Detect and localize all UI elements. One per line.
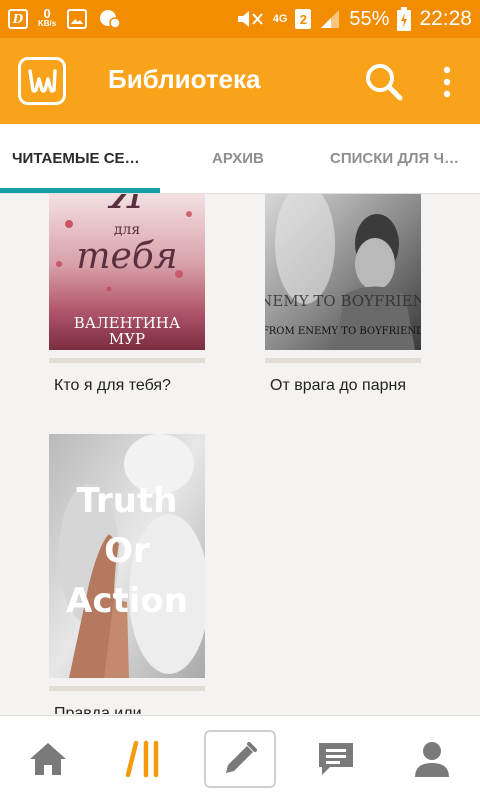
- gallery-notification-icon: [67, 9, 88, 29]
- nav-home-button[interactable]: [12, 730, 84, 788]
- network-speed-value: 0: [43, 6, 51, 21]
- mute-icon: [237, 11, 263, 27]
- reading-progress-bar: [49, 358, 205, 363]
- book-title[interactable]: Кто я для тебя?: [54, 377, 207, 395]
- nav-profile-button[interactable]: [396, 730, 468, 788]
- home-icon: [30, 743, 66, 775]
- nav-write-button[interactable]: [204, 730, 276, 788]
- battery-charging-icon: [397, 7, 412, 31]
- book-title[interactable]: Правда или: [54, 705, 207, 714]
- pencil-icon: [226, 742, 257, 773]
- library-tabs: ЧИТАЕМЫЕ СЕ… АРХИВ СПИСКИ ДЛЯ Ч…: [0, 124, 480, 194]
- cover-title-line: Truth: [77, 481, 178, 521]
- bottom-navigation: [0, 715, 480, 800]
- library-grid: Я для тебя ВАЛЕНТИНА МУР Кто я для тебя?: [0, 194, 480, 714]
- nav-library-button[interactable]: [108, 730, 180, 788]
- cover-author-line: МУР: [109, 330, 145, 348]
- book-cover[interactable]: ENEMY TO BOYFRIEND FROM ENEMY TO BOYFRIE…: [265, 194, 421, 350]
- cover-title-line: тебя: [76, 236, 177, 277]
- tab-archive[interactable]: АРХИВ: [212, 124, 264, 194]
- book-title[interactable]: От врага до парня: [270, 377, 423, 395]
- search-icon[interactable]: [362, 60, 406, 104]
- signal-icon: [321, 10, 340, 28]
- more-options-icon[interactable]: [432, 64, 462, 100]
- library-icon: [125, 740, 159, 778]
- reading-progress-bar: [265, 358, 421, 363]
- network-type: 4G: [272, 12, 288, 25]
- book-cover[interactable]: Truth Or Action: [49, 434, 205, 678]
- app-notification-icon: D: [8, 9, 28, 29]
- book-card[interactable]: ENEMY TO BOYFRIEND FROM ENEMY TO BOYFRIE…: [265, 194, 423, 395]
- sim-slot-badge: 2: [295, 9, 312, 29]
- wattpad-logo-icon[interactable]: [18, 57, 66, 105]
- network-speed-unit: KB/s: [38, 19, 57, 28]
- status-bar: D 0 KB/s 4G 2 55% 22:28: [0, 0, 480, 38]
- tab-currently-reading[interactable]: ЧИТАЕМЫЕ СЕ…: [12, 124, 140, 194]
- reading-progress-bar: [49, 686, 205, 691]
- nav-messages-button[interactable]: [300, 730, 372, 788]
- cover-title-line: FROM ENEMY TO BOYFRIEND: [265, 326, 421, 337]
- book-card[interactable]: Я для тебя ВАЛЕНТИНА МУР Кто я для тебя?: [49, 194, 207, 395]
- cover-title-line: Or: [104, 531, 150, 571]
- network-speed: 0 KB/s: [38, 6, 57, 29]
- tab-reading-lists[interactable]: СПИСКИ ДЛЯ Ч…: [330, 124, 459, 194]
- clock: 22:28: [419, 7, 472, 30]
- cover-title-line: ENEMY TO BOYFRIEND: [265, 292, 421, 310]
- chat-notification-icon: [100, 10, 121, 29]
- cover-title-line: Я: [107, 194, 146, 219]
- cover-title-line: Action: [66, 581, 188, 621]
- book-cover[interactable]: Я для тебя ВАЛЕНТИНА МУР: [49, 194, 205, 350]
- profile-icon: [415, 742, 449, 777]
- app-bar: Библиотека: [0, 38, 480, 124]
- active-tab-indicator: [0, 188, 160, 193]
- battery-percent: 55%: [349, 7, 390, 30]
- page-title: Библиотека: [108, 64, 261, 94]
- book-card[interactable]: Truth Or Action Правда или: [49, 434, 207, 714]
- messages-icon: [319, 743, 353, 775]
